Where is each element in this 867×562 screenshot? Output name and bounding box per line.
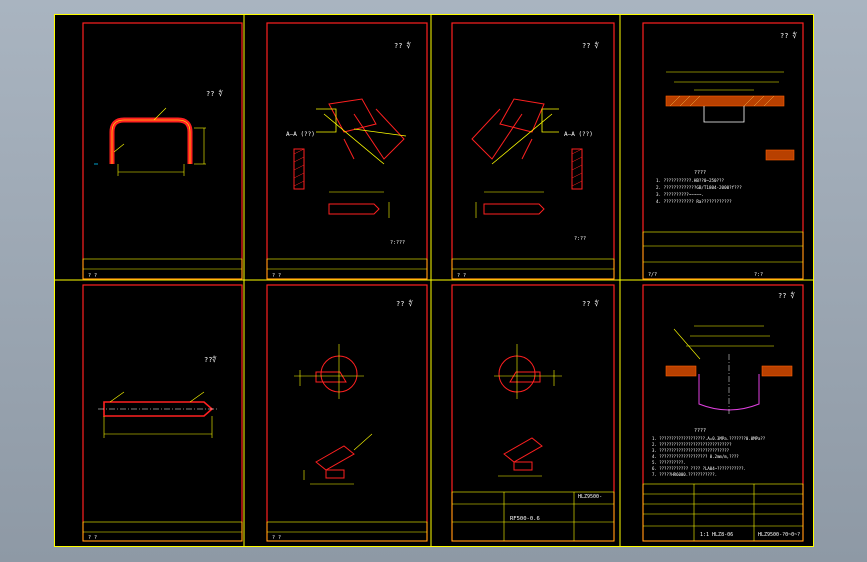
svg-text:? ?: ? ? xyxy=(457,273,466,279)
drawing-number: HLZ9500- xyxy=(578,494,602,500)
note-line: 5. ??????????. xyxy=(652,460,686,465)
svg-text:?:?: ?:? xyxy=(754,272,763,278)
note-line: 2. ?????????????GB/T1804-2000?f??? xyxy=(656,185,742,190)
cad-canvas[interactable]: ?? ∜ ?? ∜ A—A (??) ?:??? ?? ∜ A—A (??) ?… xyxy=(54,14,814,547)
svg-text:? ?: ? ? xyxy=(88,535,97,541)
panel-5: ??∜ xyxy=(98,355,218,438)
svg-text:? ?: ? ? xyxy=(88,273,97,279)
scale-note: ?:?? xyxy=(574,236,586,242)
part-number: RF500-0.6 xyxy=(510,516,540,522)
svg-text:?/?: ?/? xyxy=(648,272,657,278)
note-line: 6. ???????????? ???? ?LA04~???????????. xyxy=(652,466,746,471)
drawing-number-2: HLZ9500-?0~0~? xyxy=(758,532,800,538)
note-line: 7. ?????HR6000.???????????. xyxy=(652,472,717,477)
scale-note: ?:??? xyxy=(390,240,405,246)
panel-2: ?? ∜ A—A (??) ?:??? xyxy=(286,41,411,246)
note-line: 2. ?????????????????????????????? xyxy=(652,442,732,447)
panel-6: ?? ∜ xyxy=(294,299,413,485)
note-line: 4. ???????????? Ra???????????? xyxy=(656,199,732,204)
panel-1: ?? ∜ xyxy=(94,89,223,176)
panel-7: ?? ∜ RF500-0.6 HLZ9500- xyxy=(451,299,615,542)
title-strip-text: ? ? ? ? ? ? ? ? ? ? ?/? ?:? xyxy=(88,272,763,541)
note-line: 4. ???????????????????? 0.2mm/m,???? xyxy=(652,454,739,459)
roughness-symbol: ?? ∜ xyxy=(778,291,795,300)
drawing-sheet: ?? ∜ ?? ∜ A—A (??) ?:??? ?? ∜ A—A (??) ?… xyxy=(54,14,814,547)
title-strips xyxy=(82,231,804,542)
svg-text:? ?: ? ? xyxy=(272,273,281,279)
note-line: 3. ????????????????????????????? xyxy=(652,448,730,453)
panel-4: ?? ∜ ???? 1. ???????????.HB??0~250??? 2.… xyxy=(656,31,797,204)
section-label: A—A (??) xyxy=(286,131,315,138)
note-line: 1. ???????????????????.A=0.3MPa.???????0… xyxy=(652,436,766,441)
section-label: A—A (??) xyxy=(564,131,593,138)
svg-text:? ?: ? ? xyxy=(272,535,281,541)
panel-3: ?? ∜ A—A (??) ?:?? xyxy=(471,41,599,242)
roughness-symbol: ?? ∜ xyxy=(582,299,599,308)
roughness-symbol: ?? ∜ xyxy=(582,41,599,50)
roughness-symbol: ??∜ xyxy=(204,355,217,364)
notes-title: ???? xyxy=(694,170,706,176)
note-line: 3. ??????????~~~~~. xyxy=(656,192,704,197)
roughness-symbol: ?? ∜ xyxy=(780,31,797,40)
roughness-symbol: ?? ∜ xyxy=(396,299,413,308)
panel-8: ?? ∜ ???? 1. ???????????????????.A=0.3MP… xyxy=(642,291,804,542)
drawing-number: 1:1 HLZ8-06 xyxy=(700,532,733,538)
note-line: 1. ???????????.HB??0~250??? xyxy=(656,178,725,183)
roughness-symbol: ?? ∜ xyxy=(206,89,223,98)
handle-body xyxy=(109,117,193,164)
roughness-symbol: ?? ∜ xyxy=(394,41,411,50)
section-hatch xyxy=(665,95,785,107)
notes-title: ???? xyxy=(694,428,706,434)
